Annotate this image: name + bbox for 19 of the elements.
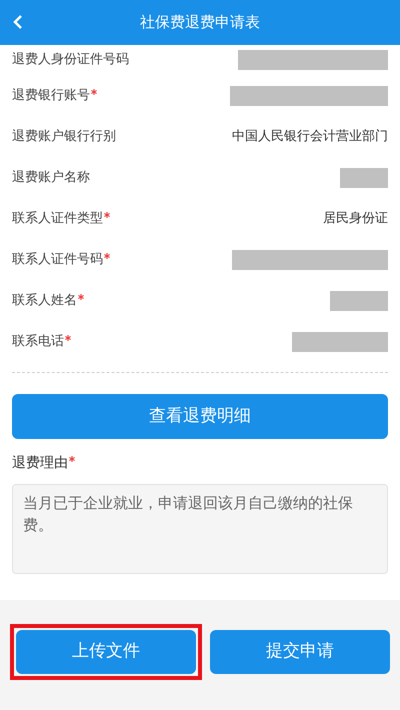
- page-title: 社保费退费申请表: [140, 12, 260, 34]
- field-label: 联系人证件号码: [12, 250, 110, 270]
- field-label: 联系人证件类型: [12, 208, 110, 228]
- field-label: 联系电话: [12, 332, 71, 352]
- field-label: 退费账户银行行别: [12, 128, 116, 146]
- reason-textarea[interactable]: 当月已于企业就业，申请退回该月自己缴纳的社保费。: [12, 484, 388, 574]
- redacted-block: [330, 290, 388, 310]
- field-value: 中国人民银行会计营业部门: [232, 128, 388, 146]
- field-label: 退费账户名称: [12, 168, 90, 187]
- action-button[interactable]: 提交申请: [210, 630, 390, 674]
- field-label: 退费人身份证件号码: [12, 51, 129, 70]
- field-label: 退费理由: [0, 453, 400, 474]
- field-value: 居民身份证: [323, 210, 388, 228]
- view-details-button[interactable]: 查看退费明细: [12, 394, 388, 439]
- field-label: 联系人姓名: [12, 290, 84, 310]
- redacted-block: [340, 168, 388, 188]
- field-label: 退费银行账号: [12, 86, 97, 106]
- action-button[interactable]: 上传文件: [16, 630, 196, 674]
- back-icon[interactable]: [13, 14, 23, 30]
